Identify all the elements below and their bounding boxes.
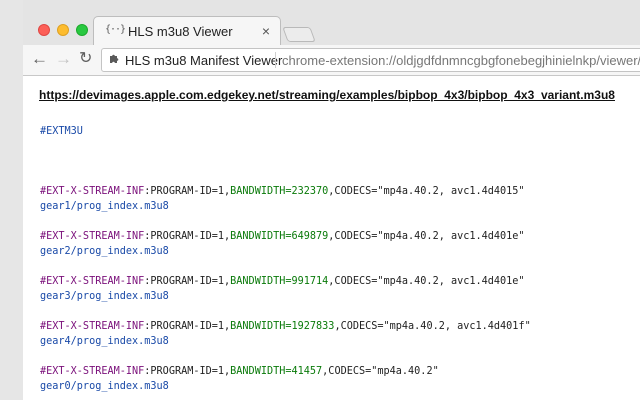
code-braces-icon: {··} [105, 24, 126, 35]
manifest-header-tag: #EXTM3U [40, 126, 83, 137]
stream-program-id: :PROGRAM-ID=1, [144, 186, 231, 197]
new-tab-button[interactable] [282, 27, 316, 42]
stream-entry: #EXT-X-STREAM-INF:PROGRAM-ID=1,BANDWIDTH… [40, 186, 525, 197]
url-text[interactable]: chrome-extension://oldjgdfdnmncgbgfonebe… [282, 53, 640, 68]
toolbar: ← → ↻ HLS m3u8 Manifest Viewer chrome-ex… [23, 45, 640, 76]
stream-uri: gear3/prog_index.m3u8 [40, 291, 169, 302]
stream-bandwidth: BANDWIDTH=1927833 [230, 321, 335, 332]
puzzle-piece-icon [109, 52, 121, 67]
stream-tag: #EXT-X-STREAM-INF [40, 231, 145, 242]
stream-program-id: :PROGRAM-ID=1, [144, 366, 231, 377]
stream-uri: gear0/prog_index.m3u8 [40, 381, 169, 392]
stream-entry: #EXT-X-STREAM-INF:PROGRAM-ID=1,BANDWIDTH… [40, 276, 525, 287]
page-content: https://devimages.apple.com.edgekey.net/… [23, 76, 640, 400]
stream-tag: #EXT-X-STREAM-INF [40, 366, 145, 377]
stream-program-id: :PROGRAM-ID=1, [144, 321, 231, 332]
stream-entry: #EXT-X-STREAM-INF:PROGRAM-ID=1,BANDWIDTH… [40, 321, 531, 332]
manifest-listing: #EXTM3U #EXT-X-STREAM-INF:PROGRAM-ID=1,B… [40, 124, 531, 394]
desktop-background-strip [0, 0, 23, 400]
stream-bandwidth: BANDWIDTH=649879 [230, 231, 329, 242]
address-bar[interactable]: HLS m3u8 Manifest Viewer chrome-extensio… [101, 48, 640, 72]
extension-name-chip: HLS m3u8 Manifest Viewer [125, 53, 283, 68]
forward-button[interactable]: → [55, 49, 72, 69]
stream-entry: #EXT-X-STREAM-INF:PROGRAM-ID=1,BANDWIDTH… [40, 231, 525, 242]
close-window-button[interactable] [38, 24, 50, 36]
window-controls [38, 24, 88, 36]
stream-uri: gear1/prog_index.m3u8 [40, 201, 169, 212]
stream-codecs: ,CODECS="mp4a.40.2, avc1.4d4015" [328, 186, 525, 197]
browser-window: {··} HLS m3u8 Viewer × ← → ↻ HLS m3u8 Ma… [23, 0, 640, 400]
stream-bandwidth: BANDWIDTH=41457 [230, 366, 323, 377]
stream-bandwidth: BANDWIDTH=232370 [230, 186, 329, 197]
manifest-source-link[interactable]: https://devimages.apple.com.edgekey.net/… [39, 88, 615, 102]
stream-program-id: :PROGRAM-ID=1, [144, 276, 231, 287]
stream-entry: #EXT-X-STREAM-INF:PROGRAM-ID=1,BANDWIDTH… [40, 366, 439, 377]
stream-uri: gear2/prog_index.m3u8 [40, 246, 169, 257]
minimize-window-button[interactable] [57, 24, 69, 36]
back-button[interactable]: ← [31, 49, 48, 69]
stream-tag: #EXT-X-STREAM-INF [40, 186, 145, 197]
zoom-window-button[interactable] [76, 24, 88, 36]
stream-codecs: ,CODECS="mp4a.40.2" [322, 366, 439, 377]
stream-tag: #EXT-X-STREAM-INF [40, 276, 145, 287]
tab-hls-viewer[interactable]: {··} HLS m3u8 Viewer × [93, 16, 281, 46]
stream-codecs: ,CODECS="mp4a.40.2, avc1.4d401f" [334, 321, 531, 332]
url-divider [275, 52, 276, 68]
tab-title: HLS m3u8 Viewer [128, 24, 233, 39]
stream-uri: gear4/prog_index.m3u8 [40, 336, 169, 347]
stream-program-id: :PROGRAM-ID=1, [144, 231, 231, 242]
close-tab-icon[interactable]: × [262, 23, 270, 39]
tab-strip: {··} HLS m3u8 Viewer × [23, 0, 640, 46]
stream-bandwidth: BANDWIDTH=991714 [230, 276, 329, 287]
stream-codecs: ,CODECS="mp4a.40.2, avc1.4d401e" [328, 276, 525, 287]
reload-button[interactable]: ↻ [79, 49, 92, 69]
stream-tag: #EXT-X-STREAM-INF [40, 321, 145, 332]
stream-codecs: ,CODECS="mp4a.40.2, avc1.4d401e" [328, 231, 525, 242]
